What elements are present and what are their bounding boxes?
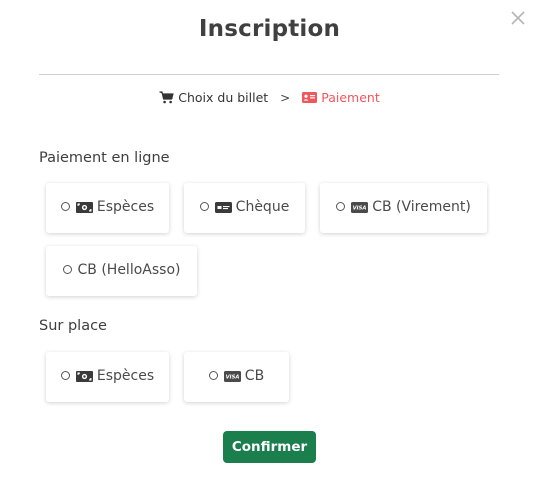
step-2-label: Paiement (321, 90, 380, 105)
visa-card-icon: VISA (223, 370, 241, 382)
cart-icon (159, 91, 174, 104)
radio-button[interactable] (62, 264, 72, 274)
step-breadcrumb: Choix du billet > Paiement (0, 90, 539, 105)
radio-button[interactable] (60, 370, 70, 380)
onsite-payment-label: Sur place (39, 318, 107, 334)
step-choix-du-billet[interactable]: Choix du billet (159, 90, 268, 105)
cash-icon (75, 370, 93, 382)
id-card-icon (302, 92, 318, 103)
option-label: Espèces (96, 368, 155, 384)
option-online-cb-helloasso[interactable]: CB (HelloAsso) (46, 246, 197, 296)
option-label: Chèque (235, 199, 290, 215)
radio-button[interactable] (199, 201, 209, 211)
option-online-cb-virement[interactable]: VISA CB (Virement) (320, 183, 487, 233)
visa-card-icon: VISA (351, 201, 369, 213)
confirm-button[interactable]: Confirmer (223, 431, 316, 463)
option-label: CB (244, 368, 265, 384)
step-separator: > (280, 90, 291, 105)
step-1-label: Choix du billet (178, 90, 269, 105)
radio-button[interactable] (208, 370, 218, 380)
option-label: CB (Virement) (372, 199, 471, 215)
svg-text:VISA: VISA (353, 205, 367, 211)
option-onsite-especes[interactable]: Espèces (46, 352, 169, 402)
option-online-especes[interactable]: Espèces (46, 183, 169, 233)
option-onsite-cb[interactable]: VISA CB (184, 352, 289, 402)
option-label: CB (HelloAsso) (77, 262, 181, 278)
radio-button[interactable] (60, 201, 70, 211)
cash-icon (75, 201, 93, 213)
step-paiement[interactable]: Paiement (302, 90, 380, 105)
modal-title: Inscription (198, 16, 341, 42)
cheque-icon (214, 201, 232, 213)
online-payment-label: Paiement en ligne (39, 150, 170, 166)
radio-button[interactable] (336, 201, 346, 211)
title-divider (39, 74, 499, 75)
option-online-cheque[interactable]: Chèque (184, 183, 305, 233)
option-label: Espèces (96, 199, 155, 215)
svg-text:VISA: VISA (225, 374, 239, 380)
